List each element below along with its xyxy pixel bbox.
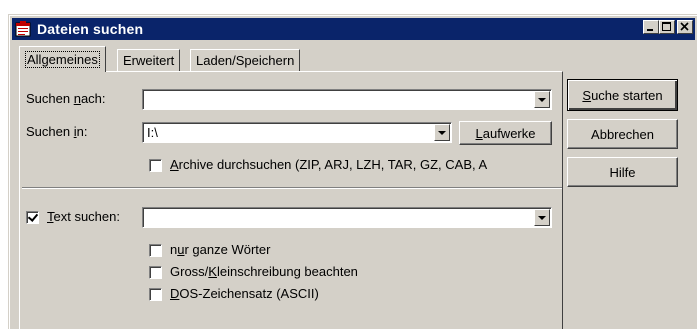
help-label: Hilfe: [609, 164, 636, 180]
title-bar[interactable]: Dateien suchen: [12, 18, 695, 40]
text-search-combo[interactable]: [142, 207, 552, 228]
cancel-label: Abbrechen: [591, 126, 654, 142]
dos-charset-label: DOS-Zeichensatz (ASCII): [170, 286, 319, 301]
search-name-label: Suchen nach:: [26, 91, 106, 106]
maximize-icon: [662, 22, 671, 31]
archives-label: Archive durchsuchen (ZIP, ARJ, LZH, TAR,…: [170, 157, 488, 172]
archives-checkbox[interactable]: [149, 159, 162, 172]
dos-charset-checkbox[interactable]: [149, 288, 162, 301]
tab-label: Laden/Speichern: [196, 53, 295, 68]
drives-button[interactable]: Laufwerke: [459, 121, 552, 145]
separator: [22, 187, 562, 189]
chevron-down-icon[interactable]: [434, 124, 450, 141]
text-search-checkbox[interactable]: [26, 211, 39, 224]
window-title: Dateien suchen: [37, 21, 144, 37]
cancel-button[interactable]: Abbrechen: [567, 119, 678, 149]
help-button[interactable]: Hilfe: [567, 157, 678, 187]
whole-words-label: nur ganze Wörter: [170, 242, 271, 257]
search-dir-value: I:\: [147, 125, 158, 140]
find-files-dialog: Dateien suchen Allgemeines Erweitert Lad…: [8, 14, 697, 329]
tab-label: Erweitert: [123, 53, 175, 68]
tab-label: Allgemeines: [25, 51, 100, 68]
app-icon: [15, 21, 31, 37]
tab-erweitert[interactable]: Erweitert: [117, 49, 181, 71]
text-search-label: Text suchen:: [47, 209, 120, 224]
close-button[interactable]: [677, 20, 693, 34]
tab-allgemeines[interactable]: Allgemeines: [19, 46, 106, 72]
minimize-button[interactable]: [643, 20, 659, 34]
case-sensitive-label: Gross/Kleinschreibung beachten: [170, 264, 358, 279]
whole-words-checkbox[interactable]: [149, 244, 162, 257]
chevron-down-icon[interactable]: [534, 91, 550, 108]
start-search-button[interactable]: Suche starten: [567, 79, 678, 111]
tab-laden-speichern[interactable]: Laden/Speichern: [190, 49, 301, 71]
close-icon: [680, 22, 689, 31]
maximize-button[interactable]: [659, 20, 675, 34]
tab-panel: Suchen nach: Suchen in: I:\ Laufwerke Ar…: [19, 71, 563, 329]
case-sensitive-checkbox[interactable]: [149, 266, 162, 279]
search-dir-label: Suchen in:: [26, 124, 88, 139]
chevron-down-icon[interactable]: [534, 209, 550, 226]
start-search-label: Suche starten: [582, 87, 663, 103]
minimize-icon: [647, 29, 653, 31]
search-dir-combo[interactable]: I:\: [142, 122, 452, 143]
search-name-combo[interactable]: [142, 89, 552, 110]
drives-button-label: Laufwerke: [475, 125, 536, 141]
